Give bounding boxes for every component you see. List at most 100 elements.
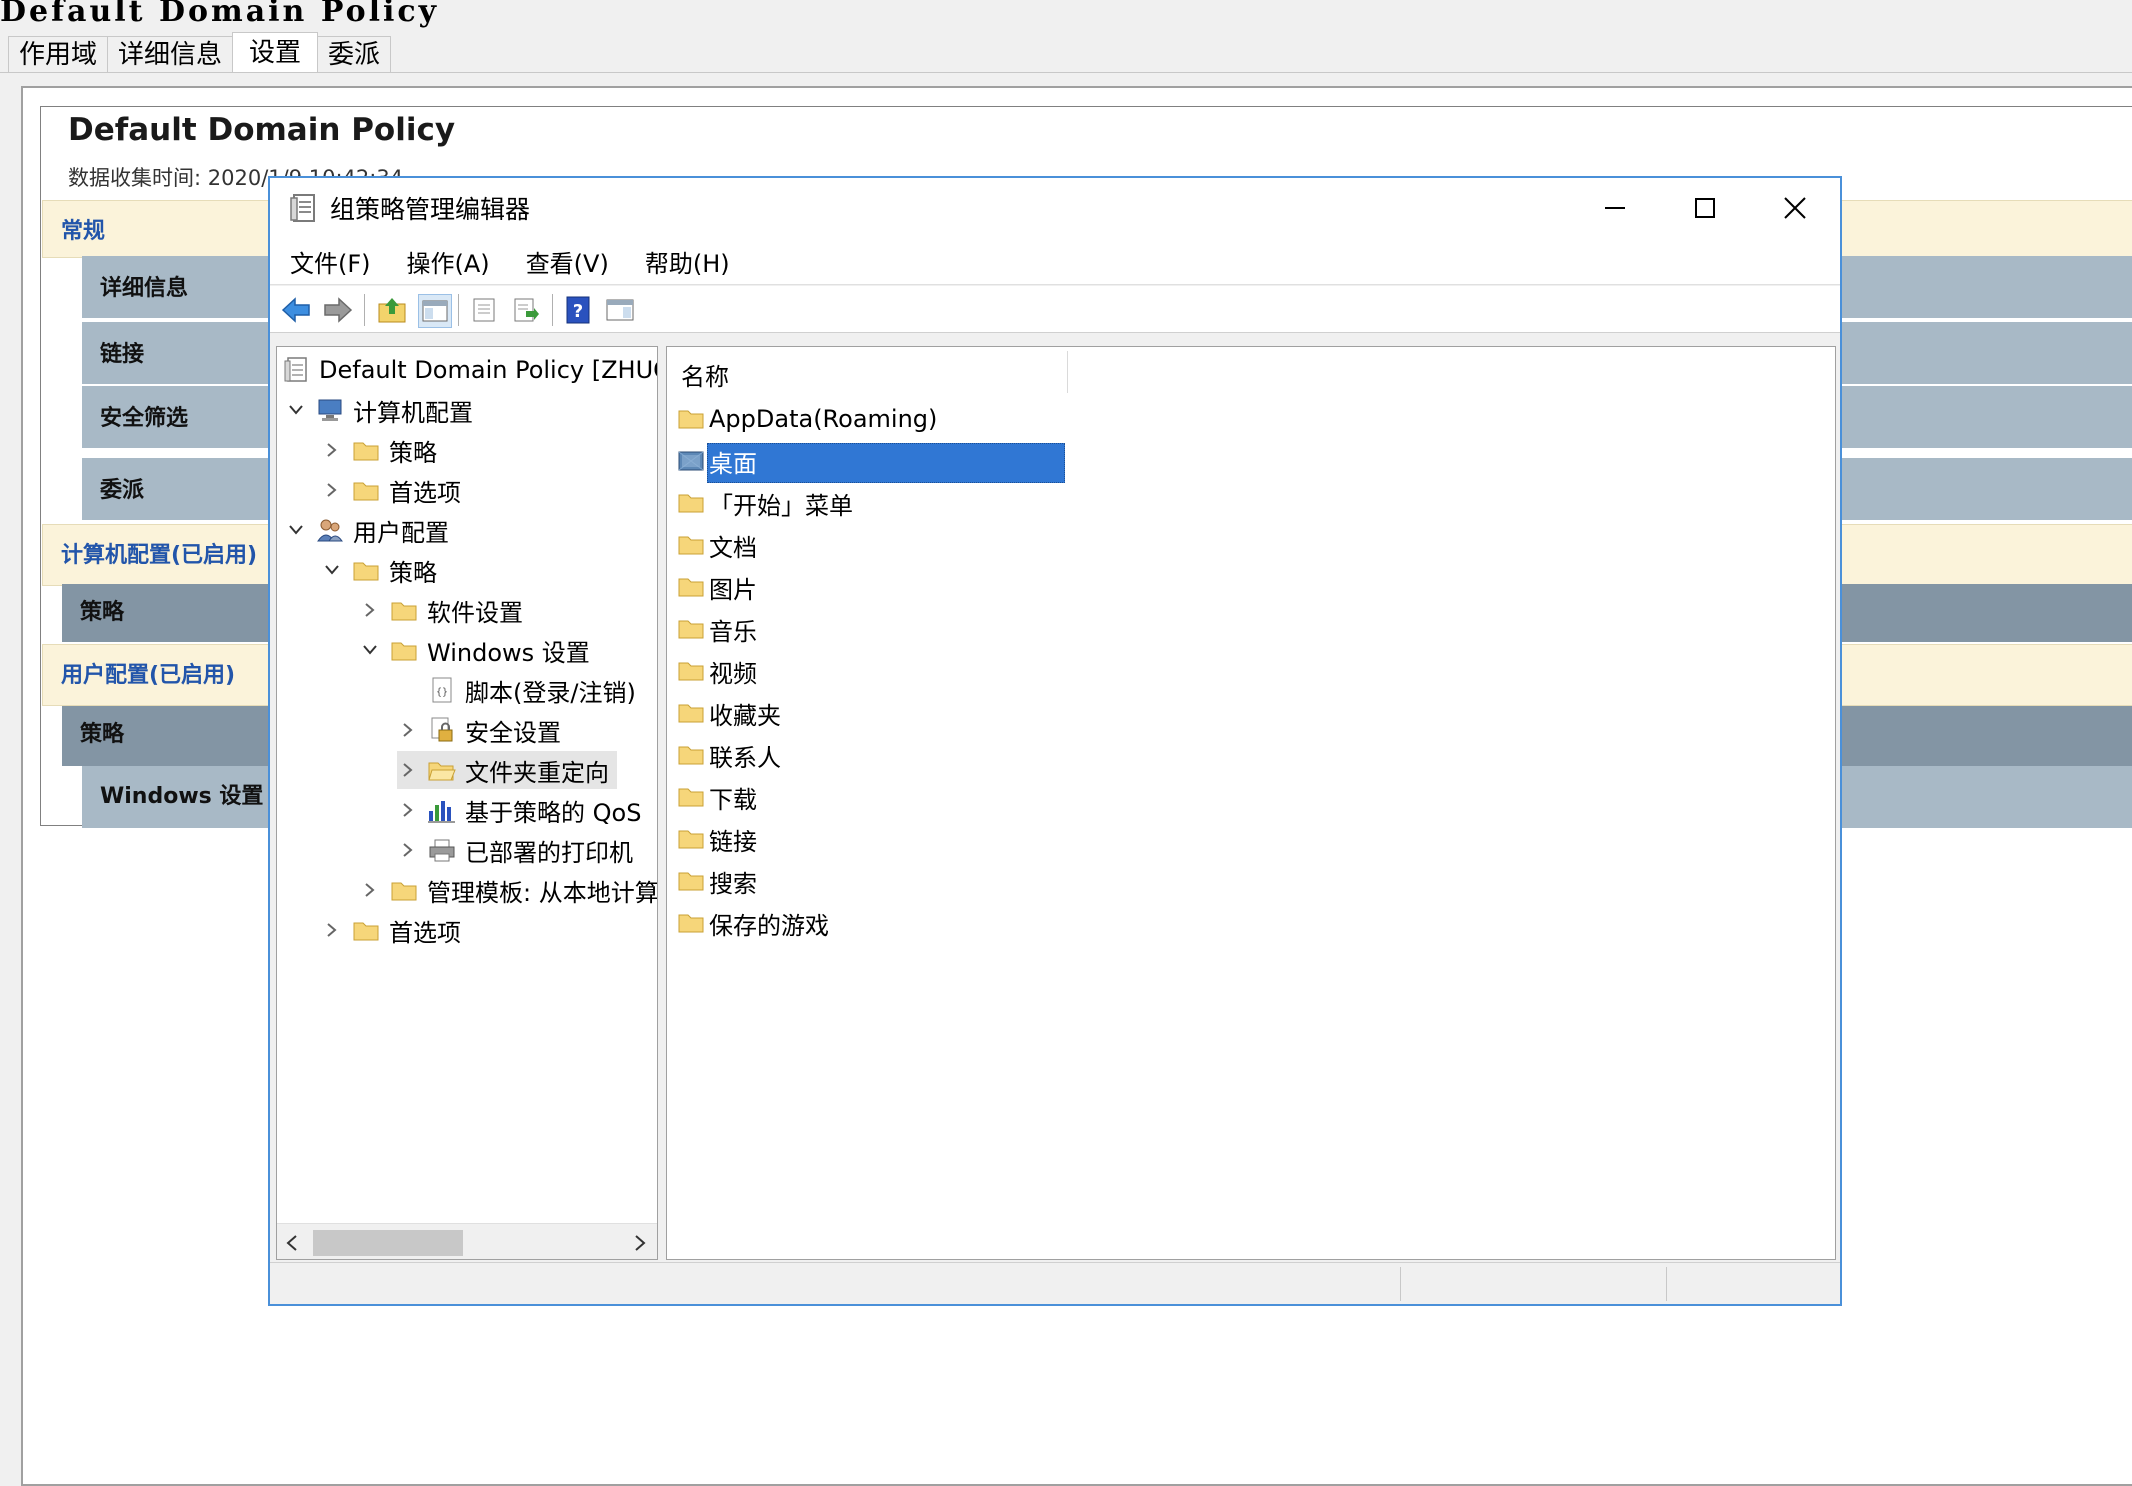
section-details-label: 详细信息 [100,276,189,301]
tree-printers[interactable]: 已部署的打印机 [397,831,633,869]
menu-help[interactable]: 帮助(H) [629,244,746,279]
tree-admin-templates[interactable]: 管理模板: 从本地计算 [359,871,658,909]
tree-cc-policies[interactable]: 策略 [321,431,437,469]
menu-view[interactable]: 查看(V) [510,244,625,279]
up-level-button[interactable] [376,294,408,326]
users-icon [315,516,345,544]
scroll-left-icon[interactable] [285,1234,299,1252]
properties-button[interactable] [468,294,500,326]
chevron-right-icon[interactable] [397,719,419,741]
menu-action[interactable]: 操作(A) [391,244,506,279]
list-item[interactable]: 搜索 [677,863,757,899]
tree-admin-templates-label: 管理模板: 从本地计算 [427,878,658,907]
tree-windows-settings[interactable]: Windows 设置 [359,631,590,669]
report-window-title: Default Domain Policy [0,0,440,29]
window-title: 组策略管理编辑器 [330,195,531,224]
computer-icon [315,396,345,424]
list-item[interactable]: 收藏夹 [677,695,781,731]
tree-folder-redirection[interactable]: 文件夹重定向 [397,751,617,789]
list-item[interactable]: 「开始」菜单 [677,485,853,521]
tree-computer-config[interactable]: 计算机配置 [285,391,473,429]
security-lock-icon [427,716,457,744]
tree-user-config[interactable]: 用户配置 [285,511,449,549]
help-button[interactable]: ? [562,294,594,326]
forward-button[interactable] [322,294,354,326]
tree-horizontal-scrollbar[interactable] [277,1223,657,1259]
chevron-right-icon[interactable] [397,759,419,781]
close-button[interactable] [1750,178,1840,238]
section-delegation-label: 委派 [100,478,145,503]
chevron-down-icon[interactable] [359,639,381,661]
folder-icon [389,636,419,664]
properties-sheet-icon [473,298,495,322]
list-item[interactable]: 视频 [677,653,757,689]
tree-scripts[interactable]: {} 脚本(登录/注销) [427,671,636,709]
chevron-down-icon[interactable] [321,559,343,581]
tree-uc-preferences[interactable]: 首选项 [321,911,461,949]
chevron-down-icon[interactable] [285,519,307,541]
status-divider [1666,1267,1667,1301]
report-tabs: 作用域 详细信息 设置 委派 [8,32,392,74]
report-heading: Default Domain Policy [68,112,456,148]
tree-uc-policies[interactable]: 策略 [321,551,437,589]
tab-details[interactable]: 详细信息 [107,36,234,73]
show-action-pane-button[interactable] [604,294,636,326]
chevron-right-icon[interactable] [359,879,381,901]
title-bar[interactable]: 组策略管理编辑器 [270,178,1840,238]
column-header-name[interactable]: 名称 [667,347,1067,397]
list-item[interactable]: 联系人 [677,737,781,773]
folder-icon [677,699,705,727]
list-item[interactable]: 文档 [677,527,757,563]
tree-qos-label: 基于策略的 QoS [465,798,642,827]
list-item-label: 图片 [709,575,757,604]
chevron-right-icon[interactable] [321,439,343,461]
back-arrow-icon [281,297,310,323]
scroll-right-icon[interactable] [633,1234,647,1252]
minimize-button[interactable] [1570,178,1660,238]
tree-root[interactable]: Default Domain Policy [ZHUGE [281,351,657,389]
list-item-label: 下载 [709,785,757,814]
status-divider [1400,1267,1401,1301]
chevron-right-icon[interactable] [359,599,381,621]
scrollbar-thumb[interactable] [313,1230,463,1256]
policy-document-icon [281,356,311,384]
tree-cc-preferences[interactable]: 首选项 [321,471,461,509]
tree-folder-redirection-label: 文件夹重定向 [465,758,609,787]
folder-icon [351,556,381,584]
tree-qos[interactable]: 基于策略的 QoS [397,791,641,829]
folder-icon [351,916,381,944]
list-item-selected[interactable]: 桌面 [677,443,757,479]
list-item[interactable]: 图片 [677,569,757,605]
section-links-label: 链接 [100,342,145,367]
export-list-button[interactable] [510,294,542,326]
section-windows-settings-label: Windows 设置 [100,784,264,809]
tree-security-settings[interactable]: 安全设置 [397,711,561,749]
maximize-button[interactable] [1660,178,1750,238]
list-item[interactable]: 音乐 [677,611,757,647]
list-item[interactable]: 链接 [677,821,757,857]
toolbar-separator [458,294,459,326]
chevron-right-icon[interactable] [321,919,343,941]
list-item-label: 桌面 [709,449,757,478]
svg-text:?: ? [573,301,583,322]
chevron-right-icon[interactable] [397,839,419,861]
list-item[interactable]: AppData(Roaming) [677,401,937,437]
section-general-label: 常规 [61,219,106,244]
menu-separator [270,284,1840,285]
list-item[interactable]: 下载 [677,779,757,815]
chevron-right-icon[interactable] [397,799,419,821]
tree-software-settings[interactable]: 软件设置 [359,591,523,629]
column-divider[interactable] [1067,351,1068,393]
back-button[interactable] [280,294,312,326]
tab-settings[interactable]: 设置 [232,32,319,73]
tab-scope[interactable]: 作用域 [8,36,109,73]
show-hide-tree-button[interactable] [418,294,452,328]
list-item[interactable]: 保存的游戏 [677,905,829,941]
export-list-icon [514,298,539,322]
tree-computer-config-label: 计算机配置 [353,398,473,427]
chevron-right-icon[interactable] [321,479,343,501]
list-item-label: 文档 [709,533,757,562]
chevron-down-icon[interactable] [285,399,307,421]
tab-delegation[interactable]: 委派 [317,36,392,73]
menu-file[interactable]: 文件(F) [274,244,387,279]
